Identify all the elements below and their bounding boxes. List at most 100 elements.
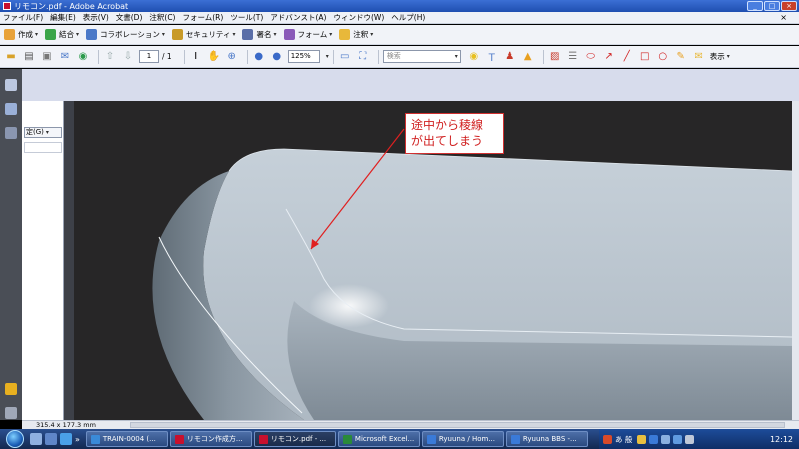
- tray-icon[interactable]: [637, 434, 647, 444]
- navigation-toolbar: ▬ ▤ ▣ ✉ ◉ ⇧ ⇩ 1 / 1 Ⅰ ✋ ⊕ ● ● 125% ▾ ▭ ⛶…: [0, 46, 799, 68]
- line-tool-icon[interactable]: ╱: [620, 50, 634, 64]
- side-panel-list[interactable]: [24, 142, 62, 153]
- show-menu-label[interactable]: 表示: [710, 51, 725, 62]
- zoom-dropdown-icon[interactable]: ▾: [326, 53, 329, 60]
- taskbar-item[interactable]: リモコン作成方...: [169, 431, 252, 447]
- volume-icon[interactable]: [685, 434, 695, 444]
- side-panel: 定(G) ▾: [22, 101, 64, 420]
- zoom-in-icon[interactable]: ●: [270, 50, 284, 64]
- search-input[interactable]: 検索 ▾: [382, 50, 461, 63]
- maximize-button[interactable]: □: [764, 1, 780, 11]
- annotation-callout-box[interactable]: 途中から稜線 が出てしまう: [405, 113, 504, 154]
- document-close-icon[interactable]: ×: [780, 13, 787, 22]
- note-icon[interactable]: ◉: [467, 50, 481, 64]
- select-tool-icon[interactable]: Ⅰ: [189, 50, 203, 64]
- organizer-icon[interactable]: ◉: [76, 50, 90, 64]
- menu-view[interactable]: 表示(V): [83, 12, 109, 23]
- task-icon: [174, 434, 184, 444]
- tray-icon[interactable]: [661, 434, 671, 444]
- menu-window[interactable]: ウィンドウ(W): [333, 12, 384, 23]
- attachments-icon[interactable]: [5, 407, 17, 419]
- pages-icon[interactable]: [5, 79, 17, 91]
- oval-tool-icon[interactable]: ○: [656, 50, 670, 64]
- arrow-tool-icon[interactable]: ↗: [602, 50, 616, 64]
- fit-width-icon[interactable]: ⛶: [356, 50, 370, 64]
- taskbar-item-active[interactable]: リモコン.pdf - ...: [253, 431, 336, 447]
- system-tray: あ 般 12:12: [599, 429, 799, 449]
- menu-tools[interactable]: ツール(T): [230, 12, 263, 23]
- pencil-tool-icon[interactable]: ✎: [674, 50, 688, 64]
- taskbar-item[interactable]: Ryuuna / Hom...: [421, 431, 504, 447]
- panel-splitter[interactable]: [64, 101, 74, 420]
- help-icon[interactable]: [649, 434, 659, 444]
- menu-comments[interactable]: 注釈(C): [149, 12, 175, 23]
- document-header-area: [22, 69, 799, 101]
- horizontal-scrollbar[interactable]: [130, 422, 785, 428]
- clock[interactable]: 12:12: [770, 435, 793, 444]
- zoom-out-icon[interactable]: ●: [252, 50, 266, 64]
- vertical-scrollbar[interactable]: [792, 101, 799, 420]
- toolbar-separator: [183, 49, 185, 64]
- forms-button[interactable]: フォーム ▾: [283, 29, 332, 40]
- combine-button[interactable]: 結合 ▾: [45, 29, 79, 40]
- page-dimensions: 315.4 x 177.3 mm: [36, 421, 96, 429]
- windows-orb-icon: [6, 430, 24, 448]
- toolbar-separator: [98, 49, 99, 64]
- bookmarks-icon[interactable]: [5, 103, 17, 115]
- rectangle-tool-icon[interactable]: □: [638, 50, 652, 64]
- zoom-level-input[interactable]: 125%: [287, 50, 320, 63]
- comment-button[interactable]: 注釈 ▾: [339, 29, 373, 40]
- menu-document[interactable]: 文書(D): [116, 12, 143, 23]
- callout-tool-icon[interactable]: ▨: [548, 50, 562, 64]
- save-icon[interactable]: ▣: [40, 50, 54, 64]
- print-icon[interactable]: ▤: [22, 50, 36, 64]
- security-button[interactable]: セキュリティ ▾: [171, 29, 235, 40]
- window-controls: _ □ ×: [747, 1, 797, 11]
- next-page-icon[interactable]: ⇩: [121, 50, 135, 64]
- menu-edit[interactable]: 編集(E): [50, 12, 76, 23]
- fit-select[interactable]: 定(G) ▾: [24, 127, 62, 138]
- combine-icon: [45, 29, 57, 40]
- quicklaunch-desktop-icon[interactable]: [45, 433, 57, 445]
- page-number-input[interactable]: 1: [139, 50, 159, 63]
- ime-icon[interactable]: [603, 434, 612, 444]
- quicklaunch-overflow-icon[interactable]: »: [75, 435, 80, 444]
- previous-page-icon[interactable]: ⇧: [103, 50, 117, 64]
- menu-advanced[interactable]: アドバンスト(A): [270, 12, 326, 23]
- toolbar-separator: [332, 49, 334, 64]
- taskbar-item[interactable]: Microsoft Excel...: [337, 431, 420, 447]
- menu-bar: ファイル(F) 編集(E) 表示(V) 文書(D) 注釈(C) フォーム(R) …: [0, 12, 799, 24]
- hand-tool-icon[interactable]: ✋: [207, 50, 221, 64]
- signatures-icon[interactable]: [5, 127, 17, 139]
- create-button[interactable]: 作成 ▾: [4, 29, 38, 40]
- show-menu-icon[interactable]: ✉: [692, 50, 706, 64]
- start-button[interactable]: [0, 429, 30, 449]
- menu-file[interactable]: ファイル(F): [3, 12, 43, 23]
- menu-forms[interactable]: フォーム(R): [182, 12, 223, 23]
- task-icon: [90, 434, 100, 444]
- highlight-icon[interactable]: ▲: [521, 50, 535, 64]
- collaboration-button[interactable]: コラボレーション ▾: [86, 29, 165, 40]
- network-icon[interactable]: [673, 434, 683, 444]
- ime-mode[interactable]: あ 般: [615, 434, 632, 445]
- taskbar-item[interactable]: Ryuuna BBS -...: [505, 431, 588, 447]
- text-edit-icon[interactable]: Ｔ: [485, 50, 499, 64]
- stamp-icon[interactable]: ♟: [503, 50, 517, 64]
- page-total: / 1: [162, 52, 172, 61]
- quicklaunch-ie-icon[interactable]: [60, 433, 72, 445]
- email-icon[interactable]: ✉: [58, 50, 72, 64]
- quicklaunch-explorer-icon[interactable]: [30, 433, 42, 445]
- status-bar: 315.4 x 177.3 mm: [22, 420, 799, 429]
- textbox-tool-icon[interactable]: ☰: [566, 50, 580, 64]
- fit-page-icon[interactable]: ▭: [338, 50, 352, 64]
- taskbar-item[interactable]: TRAIN-0004 (...: [85, 431, 168, 447]
- cloud-tool-icon[interactable]: ⬭: [584, 50, 598, 64]
- open-folder-icon[interactable]: ▬: [4, 50, 18, 64]
- layers-icon[interactable]: [5, 383, 17, 395]
- close-button[interactable]: ×: [781, 1, 797, 11]
- zoom-tool-icon[interactable]: ⊕: [225, 50, 239, 64]
- minimize-button[interactable]: _: [747, 1, 763, 11]
- sign-button[interactable]: 署名 ▾: [242, 29, 277, 40]
- collaboration-icon: [86, 29, 98, 40]
- menu-help[interactable]: ヘルプ(H): [391, 12, 425, 23]
